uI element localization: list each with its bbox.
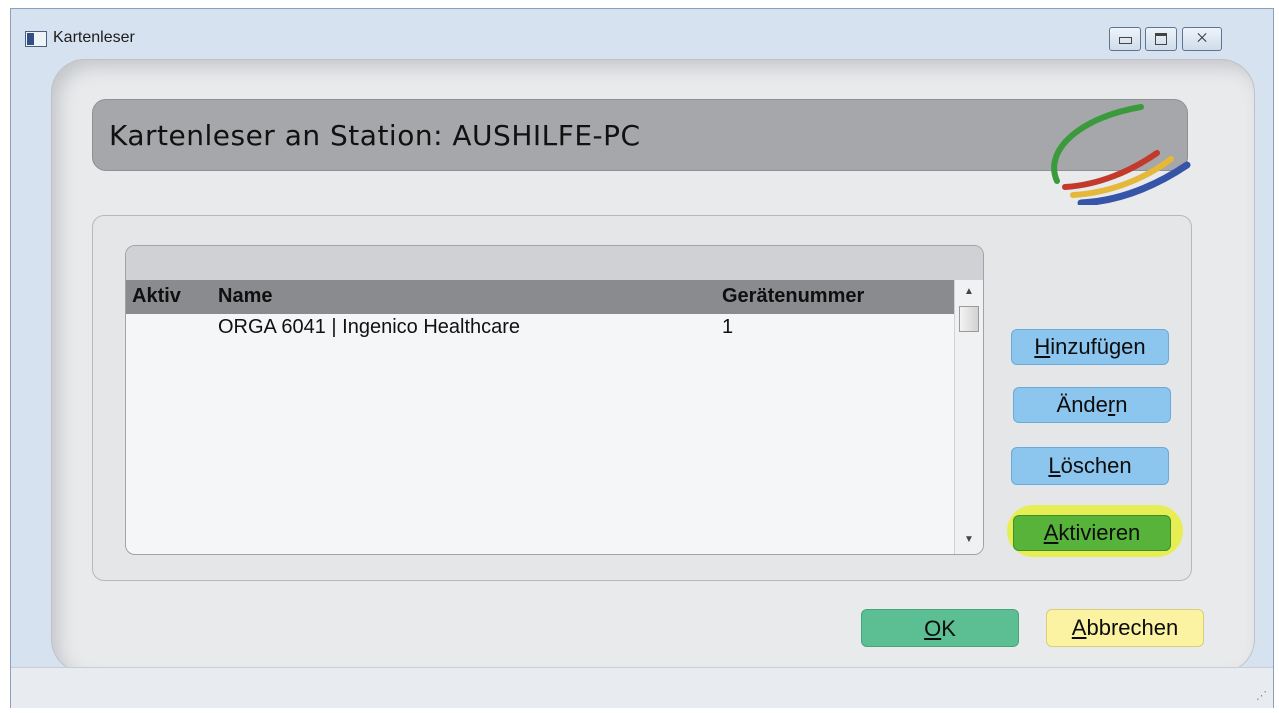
swoosh-logo-icon	[1051, 104, 1191, 205]
window-title: Kartenleser	[53, 29, 135, 46]
scroll-up-arrow-icon[interactable]: ▲	[955, 282, 983, 302]
maximize-icon	[1155, 33, 1167, 45]
column-aktiv[interactable]: Aktiv	[132, 285, 181, 308]
activate-mnemonic: A	[1043, 520, 1059, 545]
delete-mnemonic: L	[1048, 453, 1061, 478]
minimize-button[interactable]	[1109, 27, 1141, 51]
edit-label-start: Ände	[1056, 392, 1108, 417]
ok-label: K	[941, 616, 956, 641]
logo-yellow-band	[1070, 156, 1174, 198]
app-icon	[25, 31, 47, 47]
edit-label-end: n	[1115, 392, 1128, 417]
edit-button[interactable]: Ändern	[1013, 387, 1171, 423]
delete-label: öschen	[1060, 453, 1132, 478]
scroll-down-arrow-icon[interactable]: ▼	[955, 530, 983, 550]
delete-button[interactable]: Löschen	[1011, 447, 1169, 485]
cancel-button[interactable]: Abbrechen	[1046, 609, 1204, 647]
kartenleser-window: Kartenleser ⨉ Kartenleser an Station: AU…	[10, 8, 1274, 708]
add-label: inzufügen	[1050, 334, 1146, 359]
resize-grip-icon[interactable]: ⋰	[1256, 689, 1267, 702]
activate-button[interactable]: Aktivieren	[1013, 515, 1171, 551]
scroll-thumb[interactable]	[959, 306, 979, 332]
ok-button[interactable]: OK	[861, 609, 1019, 647]
close-button[interactable]: ⨉	[1182, 27, 1222, 51]
station-title: Kartenleser an Station: AUSHILFE-PC	[109, 119, 641, 152]
minimize-icon	[1118, 37, 1132, 44]
add-button[interactable]: Hinzufügen	[1011, 329, 1169, 365]
table-row[interactable]: ORGA 6041 | Ingenico Healthcare 1	[126, 314, 954, 348]
list-scrollbar[interactable]: ▲ ▼	[954, 280, 983, 554]
title-bar[interactable]: Kartenleser ⨉	[11, 9, 1273, 57]
column-geraetenummer[interactable]: Gerätenummer	[722, 285, 864, 308]
list-header: Aktiv Name Gerätenummer	[126, 280, 954, 314]
logo-red-band	[1062, 150, 1160, 190]
cell-geraetenummer: 1	[722, 316, 734, 338]
ok-mnemonic: O	[924, 616, 942, 641]
add-mnemonic: H	[1034, 334, 1051, 359]
list-top-bar	[126, 246, 983, 280]
cancel-label: bbrechen	[1086, 615, 1179, 640]
maximize-button[interactable]	[1145, 27, 1177, 51]
cell-name: ORGA 6041 | Ingenico Healthcare	[218, 316, 521, 338]
status-bar: ⋰	[11, 667, 1273, 708]
column-name[interactable]: Name	[218, 285, 272, 308]
cancel-mnemonic: A	[1071, 615, 1087, 640]
activate-label: ktivieren	[1058, 520, 1141, 545]
close-icon: ⨉	[1197, 31, 1207, 45]
reader-list[interactable]: Aktiv Name Gerätenummer ORGA 6041 | Inge…	[125, 245, 984, 555]
